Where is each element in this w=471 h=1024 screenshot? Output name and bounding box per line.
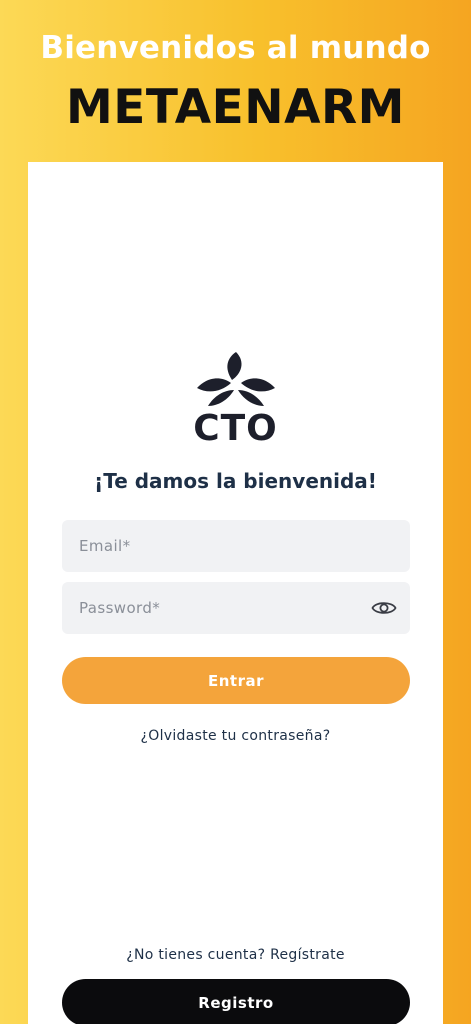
logo-text: CTO [193,408,278,449]
welcome-heading: ¡Te damos la bienvenida! [94,469,377,493]
cto-logo-icon [197,352,275,406]
eye-icon[interactable] [371,597,397,619]
register-button[interactable]: Registro [62,979,410,1024]
hero-title: Bienvenidos al mundo [40,30,431,66]
register-link[interactable]: ¿No tienes cuenta? Regístrate [0,947,471,963]
login-button[interactable]: Entrar [62,657,410,704]
email-field[interactable] [62,520,410,572]
hero-brand: METAENARM [66,80,405,135]
forgot-password-link[interactable]: ¿Olvidaste tu contraseña? [0,728,471,744]
password-field[interactable] [62,582,410,634]
